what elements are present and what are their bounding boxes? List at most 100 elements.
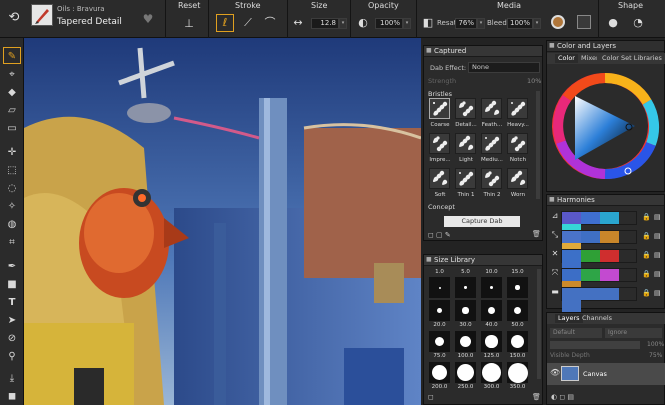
color-wheel[interactable] <box>547 64 665 192</box>
harmony-swatch[interactable] <box>562 231 581 243</box>
size-preset[interactable] <box>429 300 450 321</box>
layer-opacity-slider[interactable] <box>550 341 640 349</box>
dodge-tool-icon[interactable]: ⊘ <box>3 330 21 347</box>
lock-icon[interactable]: 🔒 <box>642 270 651 278</box>
layer-row-canvas[interactable]: 👁 Canvas <box>547 363 665 385</box>
rectangle-shape-tool-icon[interactable]: ■ <box>3 276 21 293</box>
lock-icon[interactable]: 🔒 <box>642 251 651 259</box>
dab-thumbnail[interactable] <box>481 98 502 119</box>
opacity-icon[interactable]: ◐ <box>355 16 371 30</box>
bleed-dropdown[interactable]: ▾ <box>533 18 541 29</box>
harmony-rule-icon[interactable]: ⊿ <box>550 211 560 223</box>
layer-actions-icon[interactable]: ◐ ◻ ▤ <box>551 393 574 401</box>
resat-dropdown[interactable]: ▾ <box>477 18 485 29</box>
opacity-dropdown[interactable]: ▾ <box>403 18 411 29</box>
composite-method-select[interactable]: Default <box>550 328 602 338</box>
rectangle-select-tool-icon[interactable]: ⬚ <box>3 162 21 179</box>
size-dropdown[interactable]: ▾ <box>339 18 347 29</box>
panel-close-icon[interactable]: ■ <box>549 195 555 205</box>
text-tool-icon[interactable]: T <box>3 294 21 311</box>
document-canvas[interactable] <box>24 38 421 405</box>
stroke-options-icon[interactable]: ⌒ <box>262 16 278 30</box>
bleed-input[interactable]: 100% <box>507 18 533 29</box>
delete-size-icon[interactable]: 🗑 <box>532 393 541 401</box>
freehand-stroke-icon[interactable]: ℓ <box>216 14 234 32</box>
panel-close-icon[interactable]: ■ <box>426 46 432 56</box>
delete-dab-icon[interactable]: 🗑 <box>532 230 541 238</box>
harmony-options-icon[interactable]: ▤ <box>654 232 661 240</box>
panel-close-icon[interactable]: ■ <box>549 41 555 51</box>
dab-thumbnail[interactable] <box>507 168 528 189</box>
harmony-options-icon[interactable]: ▤ <box>654 251 661 259</box>
harmony-rule-icon[interactable]: ⤡ <box>550 230 560 242</box>
harmony-options-icon[interactable]: ▤ <box>654 213 661 221</box>
size-preset[interactable] <box>429 277 450 298</box>
opacity-input[interactable]: 100% <box>375 18 403 29</box>
harmony-options-icon[interactable]: ▤ <box>654 270 661 278</box>
brush-tool-icon[interactable]: ✎ <box>3 47 21 64</box>
paper-texture-swatch[interactable] <box>577 15 591 29</box>
dab-thumbnail[interactable] <box>455 98 476 119</box>
harmony-row[interactable] <box>561 287 637 312</box>
size-scrollbar[interactable] <box>537 269 541 379</box>
size-preset[interactable] <box>507 331 528 352</box>
harmony-swatch[interactable] <box>600 250 619 262</box>
size-preset[interactable] <box>481 300 502 321</box>
harmony-options-icon[interactable]: ▤ <box>654 289 661 297</box>
eraser-alt-tool-icon[interactable]: ▭ <box>3 120 21 137</box>
new-size-icon[interactable]: ◻ <box>428 393 434 401</box>
size-preset[interactable] <box>507 277 528 298</box>
tab-channels[interactable]: Channels <box>579 314 615 323</box>
dab-thumbnail[interactable] <box>429 133 450 154</box>
dab-thumbnail[interactable] <box>455 133 476 154</box>
harmony-swatch[interactable] <box>581 288 600 300</box>
dab-thumbnail[interactable] <box>481 168 502 189</box>
size-preset[interactable] <box>507 362 528 383</box>
size-preset[interactable] <box>455 331 476 352</box>
clone-tool-icon[interactable]: ⚲ <box>3 348 21 365</box>
harmony-row[interactable] <box>561 268 637 293</box>
brush-variant-label[interactable]: Tapered Detail <box>57 17 122 27</box>
harmony-swatch[interactable] <box>562 269 581 281</box>
harmony-swatch[interactable] <box>600 288 619 300</box>
reset-brush-icon[interactable]: ⊥ <box>181 17 197 31</box>
resat-input[interactable]: 76% <box>455 18 477 29</box>
eraser-tool-icon[interactable]: ▱ <box>3 102 21 119</box>
size-preset[interactable] <box>481 277 502 298</box>
dab-thumbnail[interactable] <box>429 168 450 189</box>
harmony-swatch[interactable] <box>600 212 619 224</box>
dab-scrollbar[interactable] <box>536 91 540 199</box>
size-preset[interactable] <box>429 331 450 352</box>
heart-icon[interactable]: ♥ <box>140 12 156 26</box>
size-preset[interactable] <box>455 300 476 321</box>
crop-tool-icon[interactable]: ⌗ <box>3 234 21 251</box>
lasso-alt-tool-icon[interactable]: ◍ <box>3 216 21 233</box>
harmony-swatch[interactable] <box>562 212 581 224</box>
harmony-row[interactable] <box>561 230 637 255</box>
composite-depth-select[interactable]: Ignore <box>605 328 662 338</box>
eye-icon[interactable]: 👁 <box>550 368 560 377</box>
harmony-swatch[interactable] <box>581 250 600 262</box>
grabber-tool-icon[interactable]: ⤓ <box>3 370 21 387</box>
size-link-icon[interactable]: ↔ <box>290 16 306 30</box>
shape-selection-tool-icon[interactable]: ➤ <box>3 312 21 329</box>
capture-dab-button[interactable]: Capture Dab <box>444 216 520 227</box>
color-swatch-icon[interactable]: ◼ <box>3 388 21 405</box>
media-texture-swatch[interactable] <box>551 15 565 29</box>
tab-color[interactable]: Color <box>555 54 578 63</box>
size-preset[interactable] <box>455 362 476 383</box>
shape-options-icon[interactable]: ◔ <box>630 16 646 30</box>
dropper-tool-icon[interactable]: ⌖ <box>3 66 21 83</box>
harmony-swatch[interactable] <box>581 269 600 281</box>
lock-icon[interactable]: 🔒 <box>642 232 651 240</box>
lasso-tool-icon[interactable]: ◌ <box>3 180 21 197</box>
tab-color-set-libraries[interactable]: Color Set Libraries <box>599 54 665 63</box>
dab-thumbnail[interactable] <box>507 98 528 119</box>
brush-variant-thumbnail[interactable] <box>31 4 53 26</box>
straight-line-stroke-icon[interactable]: ⟋ <box>240 16 256 30</box>
paint-bucket-tool-icon[interactable]: ◆ <box>3 84 21 101</box>
shape-circle-icon[interactable]: ● <box>605 16 621 30</box>
lock-icon[interactable]: 🔒 <box>642 289 651 297</box>
harmony-rule-icon[interactable]: ⤧ <box>550 268 560 280</box>
size-preset[interactable] <box>481 331 502 352</box>
